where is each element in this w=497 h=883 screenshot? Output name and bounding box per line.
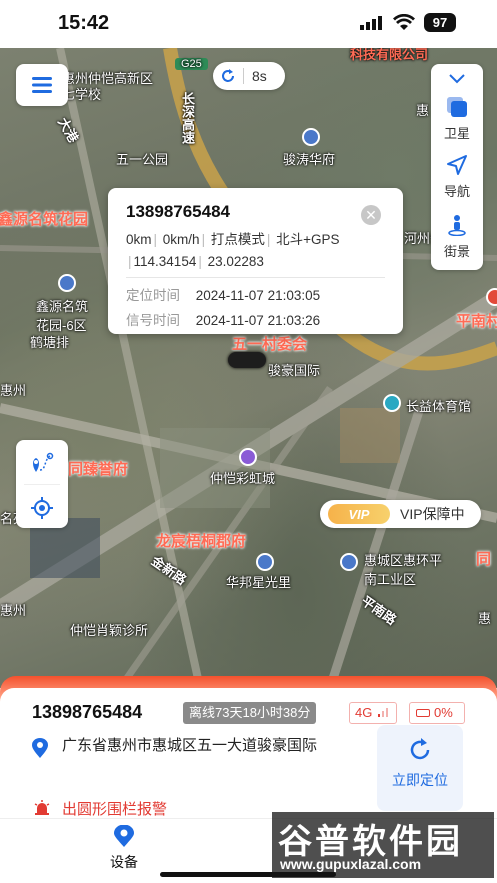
map-label: 骏涛华府	[283, 152, 336, 167]
cellular-signal-icon	[360, 16, 382, 30]
popup-locate-time: 定位时间 2024-11-07 21:03:05	[126, 284, 385, 304]
map-label: 科技有限公司	[350, 48, 429, 62]
map-label: 鹤塘排	[30, 335, 70, 350]
watermark: 谷普软件园 www.gupuxlazal.com	[272, 812, 494, 878]
poi-marker[interactable]	[486, 288, 497, 306]
map-label: 长益体育馆	[406, 399, 472, 414]
alarm-icon	[34, 800, 50, 815]
offline-badge: 离线73天18小时38分	[183, 702, 317, 724]
map-label: 平南村	[456, 313, 497, 330]
poi-marker[interactable]	[239, 448, 257, 466]
poi-marker[interactable]	[58, 274, 76, 292]
popup-phone: 13898765484	[126, 202, 231, 221]
battery-icon: 97	[424, 13, 456, 32]
map-label: 惠城区惠环平南工业区	[364, 553, 443, 587]
track-playback-icon[interactable]	[30, 452, 54, 474]
menu-icon	[32, 77, 52, 93]
close-icon[interactable]: ✕	[361, 205, 381, 225]
battery-badge: 0%	[409, 702, 465, 724]
map-label: 五一公园	[116, 152, 169, 167]
map-label: 惠	[478, 611, 492, 626]
map-label: 五一村委会	[232, 336, 308, 353]
popup-locate-time-label: 定位时间	[126, 288, 180, 303]
map-label: 同	[476, 551, 492, 568]
refresh-icon	[222, 69, 234, 82]
refresh-icon	[410, 738, 430, 760]
map-label: 惠州	[0, 603, 27, 618]
chevron-down-icon[interactable]	[449, 74, 465, 84]
satellite-icon	[447, 97, 467, 117]
popup-distance: 0km	[126, 232, 152, 247]
alarm-text: 出圆形围栏报警	[62, 801, 168, 818]
vehicle-marker[interactable]	[228, 352, 266, 368]
popup-mode: 打点模式	[210, 232, 265, 247]
map-layer-panel: 卫星 导航 街景	[431, 64, 483, 270]
map-label: 仲恺肖颖诊所	[70, 623, 149, 638]
watermark-url: www.gupuxlazal.com	[280, 856, 422, 872]
map-label: 鑫源名筑花园-6区	[36, 299, 89, 333]
locate-me-icon[interactable]	[30, 496, 54, 520]
map-label: 同臻誉府	[68, 461, 129, 478]
map-tools-panel	[16, 440, 68, 528]
battery-low-icon	[416, 709, 430, 717]
vip-text: VIP保障中	[400, 506, 465, 522]
layer-label: 街景	[443, 244, 470, 259]
status-time: 15:42	[58, 12, 110, 34]
navigation-icon	[447, 155, 467, 175]
map-label-highway: 长深高速	[180, 92, 195, 144]
popup-latitude: 23.02283	[207, 254, 264, 269]
popup-status-line: 0km | 0km/h | 打点模式 | 北斗+GPS	[126, 232, 340, 247]
layer-label: 卫星	[443, 126, 470, 141]
poi-marker[interactable]	[256, 553, 274, 571]
tab-device-label: 设备	[110, 854, 138, 870]
tab-device[interactable]: 设备	[104, 824, 144, 872]
popup-signal-time-label: 信号时间	[126, 313, 180, 328]
map-label: 惠州	[0, 383, 27, 398]
locate-now-button[interactable]: 立即定位	[377, 725, 463, 811]
location-pin-icon	[32, 738, 48, 758]
refresh-interval: 8s	[252, 68, 267, 84]
poi-marker[interactable]	[302, 128, 320, 146]
network-badge: 4G	[349, 702, 397, 724]
highway-shield: G25	[175, 58, 208, 70]
device-location-icon	[114, 824, 134, 847]
device-info-popup: 13898765484 ✕ 0km | 0km/h | 打点模式 | 北斗+GPS |…	[108, 188, 403, 334]
wifi-icon	[393, 14, 415, 30]
refresh-timer[interactable]: 8s	[213, 62, 285, 90]
popup-positioning: 北斗+GPS	[276, 232, 340, 247]
map-label: 龙宸梧桐郡府	[156, 533, 247, 550]
layer-street-view-button[interactable]: 街景	[431, 214, 483, 260]
status-bar: 15:42 97	[0, 0, 497, 48]
layer-satellite-button[interactable]: 卫星	[431, 96, 483, 142]
popup-longitude: 114.34154	[133, 254, 197, 269]
road-network	[0, 48, 497, 688]
layer-navigation-button[interactable]: 导航	[431, 154, 483, 200]
menu-button[interactable]	[16, 64, 68, 106]
battery-level: 0%	[434, 705, 453, 720]
poi-marker[interactable]	[340, 553, 358, 571]
locate-now-label: 立即定位	[392, 772, 448, 788]
poi-marker[interactable]	[383, 394, 401, 412]
map-label: 骏豪国际	[268, 363, 321, 378]
map-label: 鑫源名筑花园	[0, 211, 89, 228]
popup-signal-time: 信号时间 2024-11-07 21:03:26	[126, 309, 385, 329]
map-label: 仲恺彩虹城	[210, 471, 276, 486]
popup-signal-time-value: 2024-11-07 21:03:26	[195, 313, 321, 328]
street-view-icon	[448, 215, 466, 237]
device-address: 广东省惠州市惠城区五一大道骏豪国际	[62, 737, 318, 754]
map-label: 惠	[416, 103, 430, 118]
vip-badge[interactable]: VIP VIP保障中	[320, 500, 481, 528]
device-phone: 13898765484	[32, 702, 143, 722]
network-type: 4G	[355, 705, 373, 720]
popup-coords: | 114.34154 | 23.02283	[128, 254, 264, 269]
map-label: 华邦星光里	[226, 575, 292, 590]
map-view[interactable]: 惠州仲恺高新区 七学校 长深高速 G25 科技有限公司 五一公园 骏涛华府 鑫源…	[0, 48, 497, 688]
popup-speed: 0km/h	[162, 232, 200, 247]
vip-tag: VIP	[328, 504, 390, 524]
signal-bars-icon	[377, 708, 388, 717]
layer-label: 导航	[443, 184, 470, 199]
popup-locate-time-value: 2024-11-07 21:03:05	[195, 288, 321, 303]
